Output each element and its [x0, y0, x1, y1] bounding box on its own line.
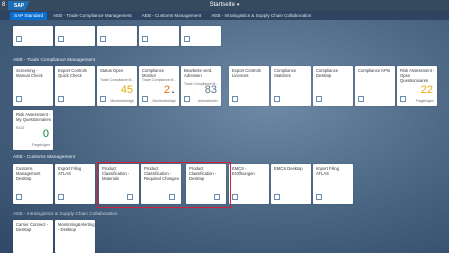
tile-kpi: 45	[120, 84, 133, 96]
monitor-icon	[100, 96, 106, 102]
app-icon	[100, 36, 106, 42]
tile-top-2[interactable]	[55, 26, 95, 46]
desktop-icon	[316, 96, 322, 102]
tab-trade-compliance[interactable]: AEB - Trade Compliance Management	[49, 12, 136, 20]
tile-title: Compliance KPIs	[358, 68, 391, 73]
tile-emcs-desktop[interactable]: EMCS Desktop	[271, 164, 311, 204]
shell-bar: 8 SAP Startseite ▾	[0, 0, 449, 11]
group-label-isc: AEB - Intralogistics & Supply Chain Coll…	[13, 212, 118, 217]
tile-export-controls-licences[interactable]: Export Controls Licences	[229, 66, 269, 106]
tile-title: Screening - Manual Check	[16, 68, 43, 78]
tile-kpi: 83	[204, 84, 217, 96]
chart-icon	[274, 96, 280, 102]
tile-title: Product Classification - Desktop	[189, 166, 217, 181]
tile-title: Import Filing ATLAS	[316, 166, 340, 176]
tile-footer: Fragebögen	[31, 143, 50, 147]
tile-title: Export Filing ATLAS	[58, 166, 82, 176]
tile-title: Export Controls Quick Check	[58, 68, 87, 78]
tile-kpi: 2▲	[163, 84, 175, 96]
tile-subtitle: Trade Compliance M...	[142, 78, 177, 82]
tile-compliance-kpis[interactable]: Compliance KPIs	[355, 66, 395, 106]
tile-title: Bearbeite verd. Adressen	[184, 68, 213, 78]
tile-status-open[interactable]: Status Open Trade Compliance M... 45 Mon…	[97, 66, 137, 106]
tile-compliance-desktop[interactable]: Compliance Desktop	[313, 66, 353, 106]
tile-compliance-statistics[interactable]: Compliance Statistics	[271, 66, 311, 106]
tile-product-classification-required-changes[interactable]: Product Classification - Required Change…	[141, 164, 181, 204]
tile-customs-management-desktop[interactable]: Customs Management Desktop	[13, 164, 53, 204]
tab-customs-management[interactable]: AEB - Customs Management	[138, 12, 206, 20]
document-icon	[169, 194, 175, 200]
tile-compliance-monitor[interactable]: Compliance Monitor Trade Compliance M...…	[139, 66, 179, 106]
tile-top-1[interactable]	[13, 26, 53, 46]
tile-footer: Fragebögen	[415, 99, 434, 103]
tile-title: Risk Assessment - My Questionnaires	[16, 112, 51, 122]
document-icon	[214, 194, 220, 200]
group-label-tcm: AEB - Trade Compliance Management	[13, 58, 96, 63]
tile-title: Monitoring&Alerting - Desktop	[58, 222, 95, 232]
tab-sap-standard[interactable]: SAP Standard	[10, 11, 48, 20]
address-icon	[184, 96, 190, 102]
trend-icon: ▲	[171, 89, 175, 94]
app-icon	[16, 36, 22, 42]
tile-title: Compliance Desktop	[316, 68, 339, 78]
tile-kpi: 0	[42, 128, 49, 140]
tile-kpi: 22	[420, 84, 433, 96]
emcs-icon	[232, 194, 238, 200]
tile-bearbeite-adressen[interactable]: Bearbeite verd. Adressen Trade Complianc…	[181, 66, 221, 106]
page-title[interactable]: Startseite ▾	[0, 2, 449, 8]
screening-icon	[16, 96, 22, 102]
tile-subtitle: Trade Compliance M...	[100, 78, 135, 82]
app-icon	[184, 36, 190, 42]
app-icon	[142, 36, 148, 42]
desktop-icon	[274, 194, 280, 200]
tile-title: Status Open	[100, 68, 124, 73]
tile-title: Carrier Connect - Desktop	[16, 222, 49, 232]
tile-risk-assessment-open[interactable]: Risk Assessment - Open Questionnaires 22…	[397, 66, 437, 106]
app-icon	[58, 36, 64, 42]
tile-title: Compliance Statistics	[274, 68, 297, 78]
desktop-icon	[16, 194, 22, 200]
tile-product-classification-desktop[interactable]: Product Classification - Desktop	[186, 164, 226, 204]
document-icon	[127, 194, 133, 200]
tab-intralogistics[interactable]: AEB - Intralogistics & Supply Chain Coll…	[207, 12, 315, 20]
chevron-down-icon: ▾	[236, 2, 240, 8]
tile-top-5[interactable]	[181, 26, 221, 46]
filing-icon	[316, 194, 322, 200]
tile-import-filing-atlas[interactable]: Import Filing ATLAS	[313, 164, 353, 204]
tile-title: Risk Assessment - Open Questionnaires	[400, 68, 435, 83]
tile-export-controls-quick-check[interactable]: Export Controls Quick Check	[55, 66, 95, 106]
tile-emcs-eroeffnungen[interactable]: EMCS - Eröffnungen	[229, 164, 269, 204]
tile-screening-manual-check[interactable]: Screening - Manual Check	[13, 66, 53, 106]
tile-monitoring-alerting-desktop[interactable]: Monitoring&Alerting - Desktop	[55, 220, 95, 253]
tile-top-3[interactable]	[97, 26, 137, 46]
tile-risk-assessment-mine[interactable]: Risk Assessment - My Questionnaires RA21…	[13, 110, 53, 150]
tile-title: Export Controls Licences	[232, 68, 261, 78]
tile-footer: Monitoreinträge	[152, 99, 176, 103]
monitor-icon	[142, 96, 148, 102]
tile-title: EMCS - Eröffnungen	[232, 166, 255, 176]
tile-title: Customs Management Desktop	[16, 166, 41, 181]
kpi-icon	[358, 96, 364, 102]
tile-footer: Adressbriefer	[197, 99, 218, 103]
tile-product-classification-materials[interactable]: Product Classification - Materials	[99, 164, 139, 204]
tile-title: Product Classification - Materials	[102, 166, 130, 181]
tile-carrier-connect-desktop[interactable]: Carrier Connect - Desktop	[13, 220, 53, 253]
group-label-cm: AEB - Customs Management	[13, 155, 76, 160]
check-icon	[58, 96, 64, 102]
licence-icon	[232, 96, 238, 102]
tile-export-filing-atlas[interactable]: Export Filing ATLAS	[55, 164, 95, 204]
tile-title: Product Classification - Required Change…	[144, 166, 179, 181]
tile-footer: Monitoreinträge	[110, 99, 134, 103]
tile-top-4[interactable]	[139, 26, 179, 46]
filing-icon	[58, 194, 64, 200]
group-tabbar: SAP Standard AEB - Trade Compliance Mana…	[0, 11, 449, 20]
questionnaire-icon	[400, 96, 406, 102]
tile-title: EMCS Desktop	[274, 166, 303, 171]
